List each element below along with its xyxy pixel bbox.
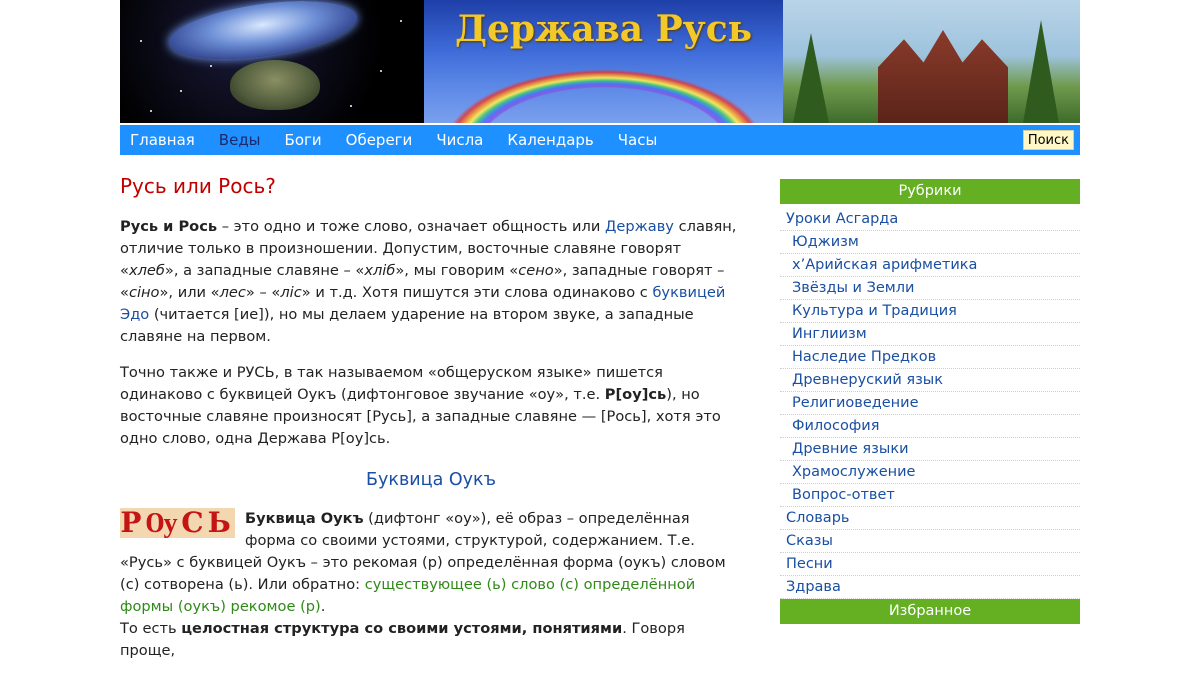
bold-text: Р[оу]сь — [604, 386, 667, 403]
main-nav: Главная Веды Боги Обереги Числа Календар… — [120, 125, 1080, 155]
nav-item-amulets[interactable]: Обереги — [346, 131, 413, 149]
header-image-terem — [783, 0, 1080, 123]
text: », мы говорим « — [395, 262, 519, 279]
sidebar-link[interactable]: Юджизм — [792, 234, 859, 250]
sidebar-item-temple: Храмослужение — [780, 461, 1080, 484]
italic-word: лес — [219, 284, 246, 301]
nav-item-home[interactable]: Главная — [130, 131, 195, 149]
sidebar-link[interactable]: Вопрос-ответ — [792, 487, 895, 503]
nav-item-numbers[interactable]: Числа — [436, 131, 483, 149]
rus-word-image: РѸСЬ — [120, 506, 235, 539]
sidebar-link[interactable]: Философия — [792, 418, 879, 434]
sidebar-link[interactable]: Культура и Традиция — [792, 303, 957, 319]
paragraph-3: РѸСЬ Буквица Оукъ (дифтонг «оу»), её обра… — [120, 508, 742, 662]
search-button[interactable]: Поиск — [1022, 130, 1074, 150]
text: – это одно и тоже слово, означает общнос… — [217, 218, 605, 235]
sidebar-item-stars: Звёзды и Земли — [780, 277, 1080, 300]
sidebar-link[interactable]: Древние языки — [792, 441, 909, 457]
text: Точно также и РУСЬ, в так называемом «об… — [120, 364, 663, 403]
sidebar-item-uroki-asgarda: Уроки Асгарда — [780, 208, 1080, 231]
sidebar-item-yudzhizm: Юджизм — [780, 231, 1080, 254]
sidebar-item-dictionary: Словарь — [780, 507, 1080, 530]
text: » – « — [245, 284, 281, 301]
sidebar-item-philosophy: Философия — [780, 415, 1080, 438]
text: То есть — [120, 620, 182, 637]
sidebar-link[interactable]: Наследие Предков — [792, 349, 936, 365]
rubrics-list: Уроки Асгарда Юджизм х’Арийская арифмети… — [780, 208, 1080, 599]
rainbow-decoration — [424, 50, 783, 123]
sidebar-link[interactable]: Звёзды и Земли — [792, 280, 914, 296]
page-wrapper: Держава Русь Главная Веды Боги Обереги Ч… — [120, 0, 1080, 659]
turtle-figure — [230, 60, 320, 110]
sidebar-link[interactable]: Религиоведение — [792, 395, 919, 411]
italic-word: ліс — [280, 284, 302, 301]
tree-left — [793, 33, 829, 123]
section-subtitle: Буквица Оукъ — [366, 470, 496, 490]
sidebar-link[interactable]: Храмослужение — [792, 464, 915, 480]
paragraph-1: Русь и Рось – это одно и тоже слово, озн… — [120, 216, 742, 348]
italic-word: хлеб — [128, 262, 165, 279]
page-title: Русь или Рось? — [120, 174, 276, 198]
sidebar-link[interactable]: Здрава — [786, 579, 841, 595]
sidebar-link[interactable]: Древнеруский язык — [792, 372, 943, 388]
text: (читается [ие]), но мы делаем ударение н… — [120, 306, 694, 345]
sidebar-item-tales: Сказы — [780, 530, 1080, 553]
sidebar-heading-favorites: Избранное — [780, 599, 1080, 624]
text: », или « — [159, 284, 220, 301]
text: » и т.д. Хотя пишутся эти слова одинаков… — [301, 284, 653, 301]
sidebar-link[interactable]: Песни — [786, 556, 833, 572]
italic-word: хліб — [364, 262, 396, 279]
nav-item-calendar[interactable]: Календарь — [507, 131, 593, 149]
sidebar-item-ancient-languages: Древние языки — [780, 438, 1080, 461]
sidebar-link[interactable]: Словарь — [786, 510, 849, 526]
sidebar-heading-rubrics: Рубрики — [780, 179, 1080, 204]
text: . — [320, 598, 326, 615]
italic-word: сіно — [128, 284, 160, 301]
sidebar-item-qa: Вопрос-ответ — [780, 484, 1080, 507]
header-title-panel: Держава Русь — [424, 0, 783, 123]
text: », а западные славяне – « — [164, 262, 365, 279]
sidebar-item-religion: Религиоведение — [780, 392, 1080, 415]
sidebar-item-zdrava: Здрава — [780, 576, 1080, 599]
sidebar-item-arithmetic: х’Арийская арифметика — [780, 254, 1080, 277]
wooden-terem — [878, 30, 1008, 123]
sidebar-link[interactable]: Сказы — [786, 533, 833, 549]
site-title[interactable]: Держава Русь — [424, 8, 783, 50]
bold-text: Буквица Оукъ — [245, 510, 364, 527]
sidebar-link[interactable]: Уроки Асгарда — [786, 211, 898, 227]
sidebar: Рубрики Уроки Асгарда Юджизм х’Арийская … — [780, 179, 1080, 624]
sidebar-item-ingliizm: Инглиизм — [780, 323, 1080, 346]
tree-right — [1023, 20, 1059, 123]
sidebar-item-old-russian: Древнеруский язык — [780, 369, 1080, 392]
sidebar-item-heritage: Наследие Предков — [780, 346, 1080, 369]
paragraph-2: Точно также и РУСЬ, в так называемом «об… — [120, 362, 742, 450]
site-header: Держава Русь — [120, 0, 1080, 123]
sidebar-item-culture: Культура и Традиция — [780, 300, 1080, 323]
sidebar-item-songs: Песни — [780, 553, 1080, 576]
header-image-cosmic-turtle — [120, 0, 424, 123]
sidebar-link[interactable]: х’Арийская арифметика — [792, 257, 977, 273]
flat-earth-disc — [165, 0, 361, 69]
bold-text: Русь и Рось — [120, 218, 218, 235]
italic-word: сено — [518, 262, 554, 279]
nav-item-vedy[interactable]: Веды — [219, 131, 261, 149]
nav-item-clock[interactable]: Часы — [618, 131, 658, 149]
sidebar-link[interactable]: Инглиизм — [792, 326, 867, 342]
link-derzhava[interactable]: Державу — [605, 218, 674, 235]
bold-text: целостная структура со своими устоями, п… — [181, 620, 623, 637]
main-content: Русь или Рось? Русь и Рось – это одно и … — [120, 170, 742, 676]
nav-item-gods[interactable]: Боги — [285, 131, 322, 149]
